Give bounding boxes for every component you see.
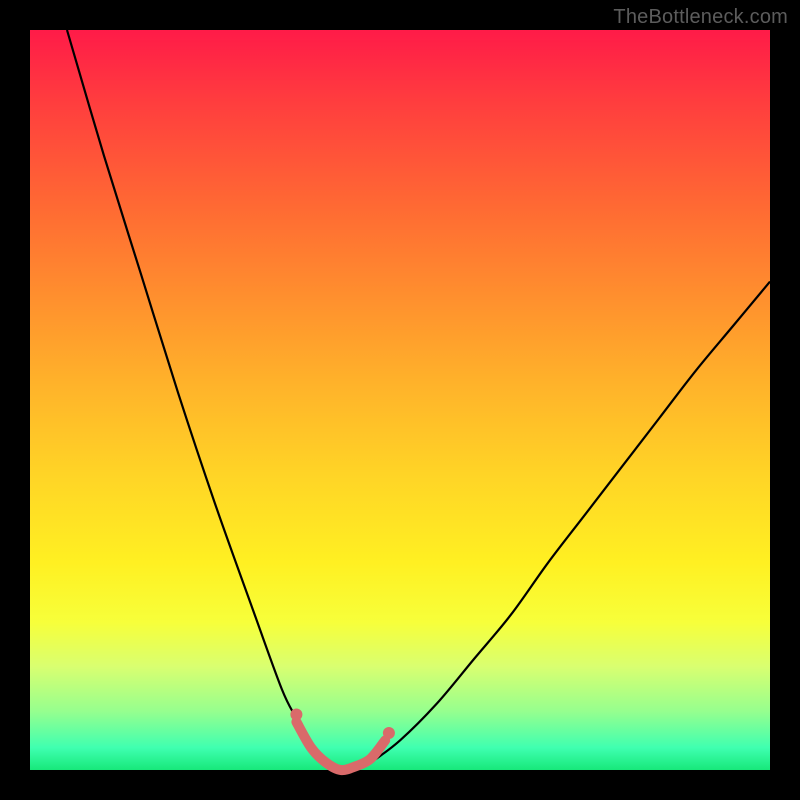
plot-area (30, 30, 770, 770)
watermark-text: TheBottleneck.com (613, 6, 788, 29)
marker-dot-right (383, 727, 395, 739)
outer-frame: TheBottleneck.com (0, 0, 800, 800)
marker-band (296, 722, 385, 770)
chart-svg (30, 30, 770, 770)
marker-dot-left (290, 709, 302, 721)
bottleneck-curve (67, 30, 770, 771)
